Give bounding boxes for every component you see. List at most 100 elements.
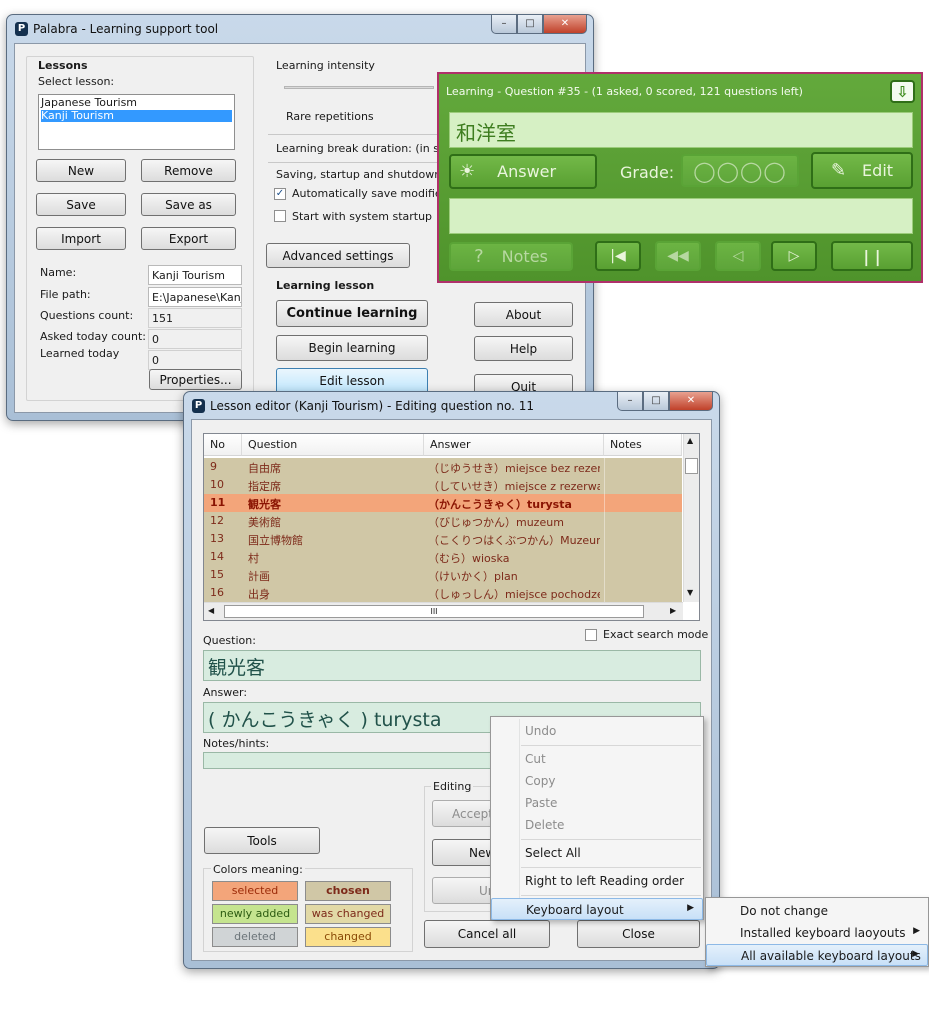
menu-item-rtl-reading-order[interactable]: Right to left Reading order bbox=[491, 870, 703, 892]
table-row[interactable]: 14 村 （むら）wioska bbox=[204, 548, 682, 566]
question-mark-icon: ? bbox=[474, 246, 484, 267]
table-row[interactable]: 9 自由席 （じゆうせき）miejsce bez rezerwa... bbox=[204, 458, 682, 476]
cell-notes bbox=[604, 494, 682, 512]
properties-button[interactable]: Properties... bbox=[149, 369, 242, 390]
column-header-answer[interactable]: Answer bbox=[424, 434, 604, 456]
learning-intensity-label: Learning intensity bbox=[276, 59, 375, 72]
editing-label: Editing bbox=[431, 780, 474, 793]
cell-question: 美術館 bbox=[248, 516, 281, 529]
advanced-settings-button[interactable]: Advanced settings bbox=[266, 243, 410, 268]
close-icon[interactable]: ✕ bbox=[669, 392, 713, 411]
auto-save-checkbox[interactable]: ✓ bbox=[274, 188, 286, 200]
maximize-icon[interactable]: □ bbox=[517, 15, 543, 34]
menu-item-copy[interactable]: Copy bbox=[491, 770, 703, 792]
submenu-item-installed-layouts[interactable]: Installed keyboard laoyouts ▶ bbox=[706, 922, 928, 944]
next-icon[interactable]: ▷ bbox=[771, 241, 817, 271]
submenu-item-all-layouts[interactable]: All available keyboard layouts ▶ bbox=[706, 944, 928, 966]
menu-item-keyboard-layout[interactable]: Keyboard layout ▶ bbox=[491, 898, 703, 920]
new-question-button[interactable]: New bbox=[432, 839, 498, 866]
column-header-no[interactable]: No bbox=[204, 434, 242, 456]
tools-button[interactable]: Tools bbox=[204, 827, 320, 854]
pause-icon[interactable]: | | bbox=[831, 241, 913, 271]
learning-window: Learning - Question #35 - (1 asked, 0 sc… bbox=[437, 72, 923, 283]
cell-no: 16 bbox=[210, 586, 224, 599]
cell-notes bbox=[604, 476, 682, 494]
menu-item-cut[interactable]: Cut bbox=[491, 748, 703, 770]
start-with-system-checkbox[interactable] bbox=[274, 210, 286, 222]
import-button[interactable]: Import bbox=[36, 227, 126, 250]
rewind-icon[interactable]: ◀◀ bbox=[655, 241, 701, 271]
scroll-left-icon[interactable]: ◀ bbox=[208, 606, 214, 615]
cell-question: 観光客 bbox=[248, 498, 281, 511]
table-row[interactable]: 16 出身 （しゅっしん）miejsce pochodzenia bbox=[204, 584, 682, 602]
lesson-list-item[interactable]: Japanese Tourism bbox=[41, 97, 232, 109]
grade-circle-icon[interactable]: ◯ bbox=[763, 159, 786, 183]
question-field[interactable]: 観光客 bbox=[203, 650, 701, 681]
table-row[interactable]: 11 観光客 （かんこうきゃく）turysta bbox=[204, 494, 682, 512]
previous-icon[interactable]: ◁ bbox=[715, 241, 761, 271]
new-lesson-button[interactable]: New bbox=[36, 159, 126, 182]
column-header-notes[interactable]: Notes bbox=[604, 434, 682, 456]
table-row[interactable]: 13 国立博物館 （こくりつはくぶつかん）Muzeum Na... bbox=[204, 530, 682, 548]
grade-circle-icon[interactable]: ◯ bbox=[740, 159, 763, 183]
exact-search-checkbox[interactable] bbox=[585, 629, 597, 641]
menu-item-undo[interactable]: Undo bbox=[491, 720, 703, 742]
submenu-arrow-icon: ▶ bbox=[687, 903, 694, 913]
submenu-item-label: Installed keyboard laoyouts bbox=[740, 926, 906, 940]
maximize-icon[interactable]: □ bbox=[643, 392, 669, 411]
menu-item-select-all[interactable]: Select All bbox=[491, 842, 703, 864]
column-header-question[interactable]: Question bbox=[242, 434, 424, 456]
lesson-list-item-selected[interactable]: Kanji Tourism bbox=[41, 110, 232, 122]
submenu-item-do-not-change[interactable]: Do not change bbox=[706, 900, 928, 922]
grade-label: Grade: bbox=[620, 163, 675, 182]
table-row[interactable]: 10 指定席 （していせき）miejsce z rezerwacją bbox=[204, 476, 682, 494]
accept-changes-button[interactable]: Accept c bbox=[432, 800, 503, 827]
cancel-all-button[interactable]: Cancel all bbox=[424, 920, 550, 948]
edit-question-button[interactable]: ✎ Edit bbox=[811, 152, 913, 189]
scroll-down-icon[interactable]: ▼ bbox=[687, 588, 693, 597]
help-button[interactable]: Help bbox=[474, 336, 573, 361]
save-lesson-button[interactable]: Save bbox=[36, 193, 126, 216]
horizontal-scrollbar[interactable]: ◀ III ▶ bbox=[204, 602, 683, 620]
learned-today-value: 0 bbox=[148, 350, 242, 370]
cell-notes bbox=[604, 512, 682, 530]
intensity-slider[interactable] bbox=[284, 86, 434, 89]
undo-button[interactable]: Un bbox=[432, 877, 498, 904]
begin-learning-button[interactable]: Begin learning bbox=[276, 335, 428, 361]
cell-answer: （していせき）miejsce z rezerwacją bbox=[428, 480, 600, 493]
remove-lesson-button[interactable]: Remove bbox=[141, 159, 236, 182]
download-icon[interactable]: ⇩ bbox=[890, 80, 915, 103]
color-chip-deleted: deleted bbox=[212, 927, 298, 947]
questions-grid[interactable]: No Question Answer Notes 9 自由席 （じゆうせき）miej… bbox=[203, 433, 700, 621]
answer-button[interactable]: ☀ Answer bbox=[449, 154, 597, 189]
cell-question: 国立博物館 bbox=[248, 534, 303, 547]
vertical-scrollbar[interactable]: ▲ ▼ bbox=[683, 434, 699, 602]
continue-learning-button[interactable]: Continue learning bbox=[276, 300, 428, 327]
submenu-arrow-icon: ▶ bbox=[912, 949, 919, 959]
about-button[interactable]: About bbox=[474, 302, 573, 327]
export-button[interactable]: Export bbox=[141, 227, 236, 250]
minimize-icon[interactable]: – bbox=[491, 15, 517, 34]
submenu-item-label: All available keyboard layouts bbox=[741, 949, 921, 963]
close-icon[interactable]: ✕ bbox=[543, 15, 587, 34]
scroll-right-icon[interactable]: ▶ bbox=[670, 606, 676, 615]
table-row[interactable]: 12 美術館 （びじゅつかん）muzeum bbox=[204, 512, 682, 530]
first-question-icon[interactable]: |◀ bbox=[595, 241, 641, 271]
close-button[interactable]: Close bbox=[577, 920, 700, 948]
save-as-button[interactable]: Save as bbox=[141, 193, 236, 216]
scroll-thumb-horizontal[interactable]: III bbox=[224, 605, 644, 618]
grade-circle-icon[interactable]: ◯ bbox=[717, 159, 740, 183]
lesson-list[interactable]: Japanese Tourism Kanji Tourism bbox=[38, 94, 235, 150]
editor-window-controls: – □ ✕ bbox=[617, 392, 713, 412]
minimize-icon[interactable]: – bbox=[617, 392, 643, 411]
cell-notes bbox=[604, 530, 682, 548]
grade-circle-icon[interactable]: ◯ bbox=[693, 159, 716, 183]
grade-selector[interactable]: ◯ ◯ ◯ ◯ bbox=[681, 154, 799, 187]
menu-item-paste[interactable]: Paste bbox=[491, 792, 703, 814]
divider bbox=[268, 134, 438, 135]
scroll-up-icon[interactable]: ▲ bbox=[687, 436, 693, 445]
scroll-thumb[interactable] bbox=[685, 458, 698, 474]
menu-item-delete[interactable]: Delete bbox=[491, 814, 703, 836]
table-row[interactable]: 15 計画 （けいかく）plan bbox=[204, 566, 682, 584]
notes-button[interactable]: ? Notes bbox=[449, 242, 573, 271]
